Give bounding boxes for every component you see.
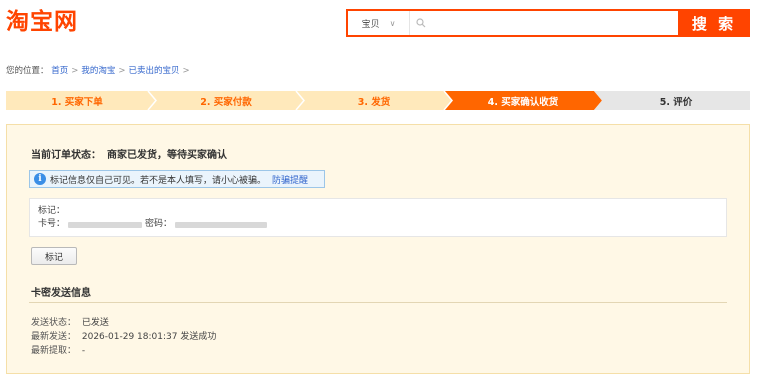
progress-step-4: 4. 买家确认收货: [487, 96, 559, 108]
breadcrumb-separator: >: [118, 66, 126, 76]
progress-step-1: 1. 买家下单: [51, 96, 103, 108]
order-progress-steps: 1. 买家下单 2. 买家付款 3. 发货 4. 买家确认收货 5. 评价: [6, 91, 750, 110]
search-bar: 宝贝 ∨ 搜 索: [346, 9, 750, 37]
breadcrumb-my-taobao-link[interactable]: 我的淘宝: [81, 66, 115, 76]
password-masked: [175, 221, 268, 228]
taobao-logo[interactable]: 淘宝网: [6, 8, 78, 36]
delivery-info-title: 卡密发送信息: [31, 288, 91, 299]
mark-button[interactable]: 标记: [31, 247, 77, 265]
latest-send-value: 2026-01-29 18:01:37 发送成功: [81, 332, 217, 342]
search-button[interactable]: 搜 索: [678, 9, 750, 37]
delivery-status-key: 发送状态：: [31, 318, 77, 328]
section-divider: [29, 302, 727, 303]
security-notice: i 标记信息仅自己可见。若不是本人填写，请小心被骗。 防骗提醒: [29, 170, 325, 188]
latest-extract-key: 最新提取：: [31, 346, 77, 356]
breadcrumb-home-link[interactable]: 首页: [51, 66, 68, 76]
order-status: 当前订单状态： 商家已发货，等待买家确认: [31, 146, 227, 161]
search-icon: [416, 18, 426, 28]
delivery-status-row: 发送状态： 已发送: [31, 316, 216, 330]
progress-step-5: 5. 评价: [659, 96, 693, 108]
order-detail-panel: 当前订单状态： 商家已发货，等待买家确认 i 标记信息仅自己可见。若不是本人填写，…: [6, 124, 750, 374]
latest-send-key: 最新发送：: [31, 332, 77, 342]
mark-row: 标记：: [38, 205, 718, 218]
mark-info-box: 标记： 卡号： 密码：: [29, 198, 727, 237]
search-field: [410, 11, 678, 35]
card-number-label: 卡号：: [38, 219, 66, 229]
breadcrumb: 您的位置： 首页 > 我的淘宝 > 已卖出的宝贝 >: [6, 64, 193, 76]
progress-step-2: 2. 买家付款: [200, 96, 252, 108]
order-status-value: 商家已发货，等待买家确认: [107, 150, 227, 161]
security-notice-text: 标记信息仅自己可见。若不是本人填写，请小心被骗。: [50, 175, 267, 186]
password-label: 密码：: [145, 219, 173, 229]
latest-extract-value: -: [81, 346, 86, 356]
search-input[interactable]: [430, 14, 678, 32]
search-category-label: 宝贝: [361, 19, 380, 30]
mark-label: 标记：: [38, 206, 66, 216]
delivery-status-value: 已发送: [81, 318, 109, 328]
latest-extract-row: 最新提取： -: [31, 344, 216, 358]
info-icon: i: [34, 173, 46, 185]
card-row: 卡号： 密码：: [38, 218, 718, 231]
progress-step-3: 3. 发货: [357, 96, 391, 108]
breadcrumb-separator: >: [182, 66, 190, 76]
card-number-masked: [68, 221, 143, 228]
delivery-info-list: 发送状态： 已发送 最新发送： 2026-01-29 18:01:37 发送成功…: [31, 316, 216, 358]
order-status-label: 当前订单状态：: [31, 150, 101, 161]
search-category-select[interactable]: 宝贝 ∨: [348, 11, 410, 35]
breadcrumb-separator: >: [71, 66, 79, 76]
anti-fraud-link[interactable]: 防骗提醒: [272, 173, 308, 186]
chevron-down-icon: ∨: [389, 18, 396, 28]
breadcrumb-prefix: 您的位置：: [6, 66, 49, 76]
latest-send-row: 最新发送： 2026-01-29 18:01:37 发送成功: [31, 330, 216, 344]
breadcrumb-sold-items-link[interactable]: 已卖出的宝贝: [129, 66, 180, 76]
